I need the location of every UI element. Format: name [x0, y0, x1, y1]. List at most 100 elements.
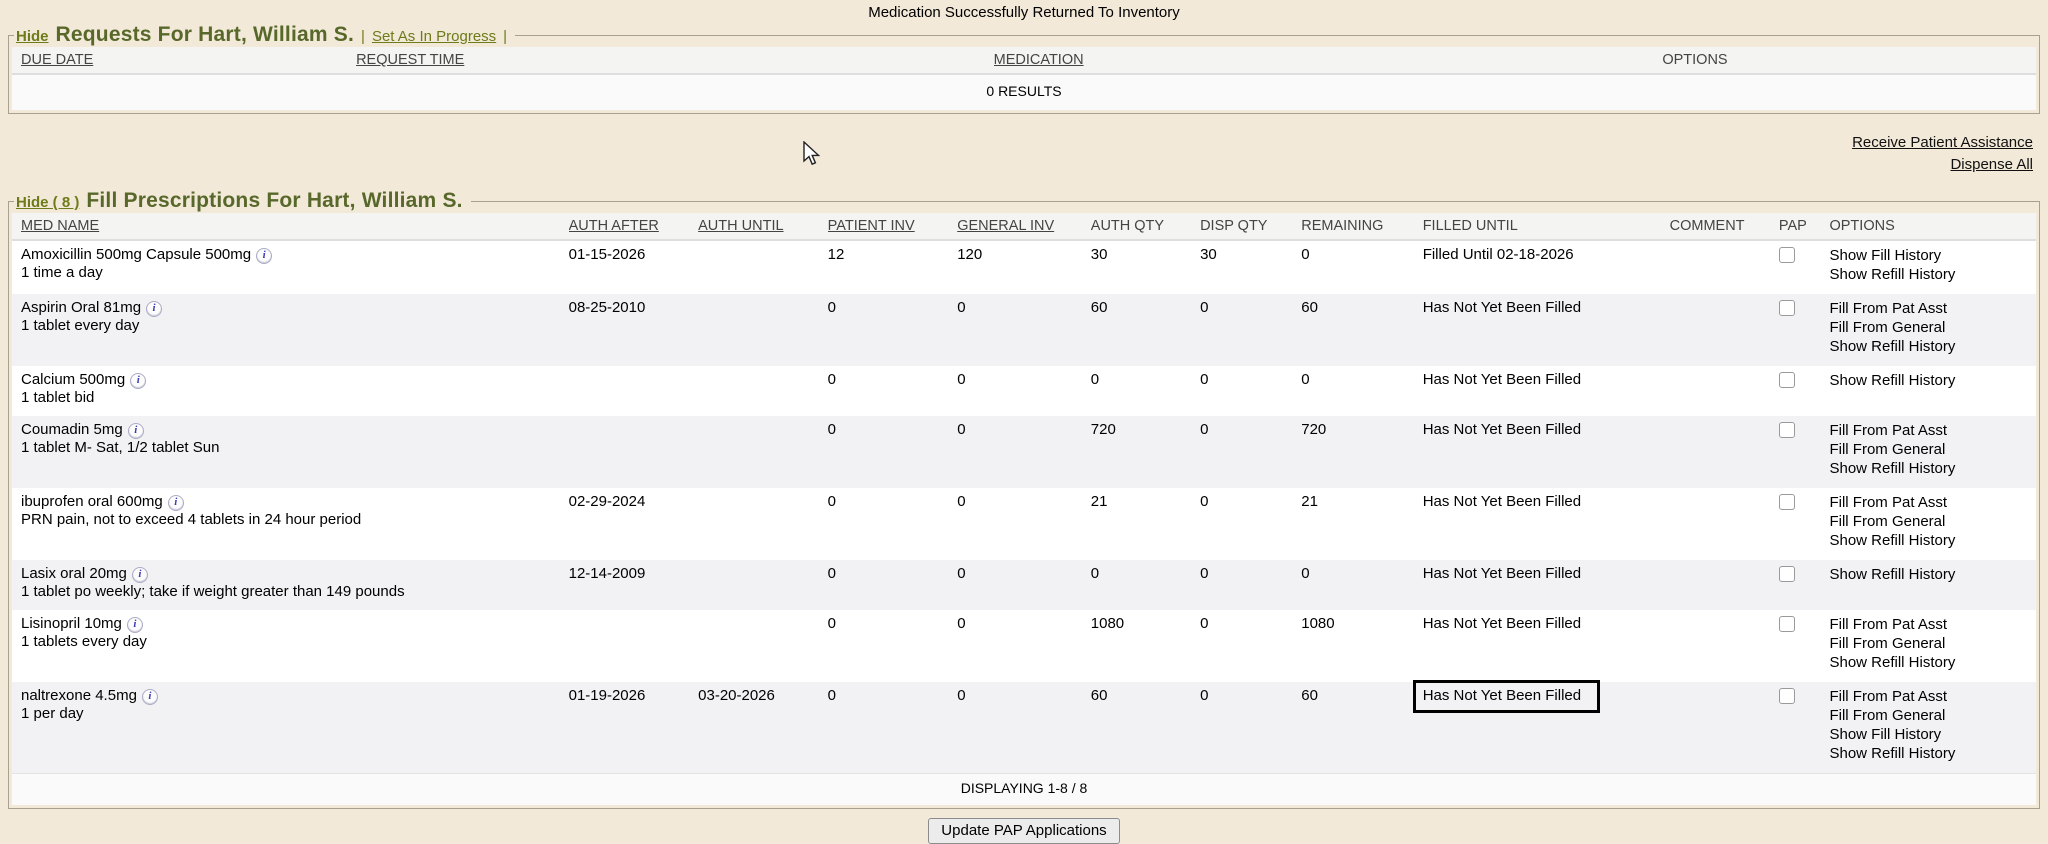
fill-column-header: AUTH QTY — [1091, 213, 1200, 240]
options-cell: Fill From Pat AsstFill From GeneralShow … — [1829, 682, 2036, 774]
sig-line: 1 tablets every day — [21, 633, 565, 650]
dispense-all-link[interactable]: Dispense All — [1950, 156, 2033, 173]
requests-table: DUE DATEREQUEST TIMEMEDICATIONOPTIONS 0 … — [12, 47, 2036, 110]
patient-inv-cell: 12 — [828, 240, 958, 294]
requests-section-legend: Hide Requests For Hart, William S. | Set… — [14, 23, 515, 47]
option-link[interactable]: Fill From Pat Asst — [1829, 299, 2032, 318]
patient-inv-cell: 0 — [828, 682, 958, 774]
info-icon[interactable]: i — [127, 617, 143, 633]
fill-column-header[interactable]: AUTH AFTER — [569, 213, 699, 240]
auth-until-cell — [698, 240, 828, 294]
pap-cell — [1779, 294, 1830, 366]
pap-cell — [1779, 366, 1830, 416]
set-as-in-progress-link[interactable]: Set As In Progress — [372, 28, 496, 45]
pap-checkbox[interactable] — [1779, 300, 1795, 316]
option-link[interactable]: Fill From Pat Asst — [1829, 615, 2032, 634]
option-link[interactable]: Show Fill History — [1829, 725, 2032, 744]
option-link[interactable]: Fill From General — [1829, 318, 2032, 337]
sig-line: 1 per day — [21, 705, 565, 722]
option-link[interactable]: Show Refill History — [1829, 459, 2032, 478]
fill-table-header-row: MED NAMEAUTH AFTERAUTH UNTILPATIENT INVG… — [12, 213, 2036, 240]
requests-hide-link[interactable]: Hide — [16, 28, 49, 45]
options-cell: Fill From Pat AsstFill From GeneralShow … — [1829, 416, 2036, 488]
auth-qty-cell: 0 — [1091, 366, 1200, 416]
pap-cell — [1779, 560, 1830, 610]
general-inv-cell: 0 — [957, 682, 1091, 774]
pap-checkbox[interactable] — [1779, 688, 1795, 704]
auth-until-cell — [698, 294, 828, 366]
prescription-row: Amoxicillin 500mg Capsule 500mgi1 time a… — [12, 240, 2036, 294]
fill-column-label: PAP — [1779, 218, 1807, 234]
options-cell: Show Refill History — [1829, 560, 2036, 610]
remaining-cell: 1080 — [1301, 610, 1422, 682]
auth-after-cell — [569, 366, 699, 416]
pap-checkbox[interactable] — [1779, 494, 1795, 510]
option-link[interactable]: Show Refill History — [1829, 531, 2032, 550]
fill-column-header: FILLED UNTIL — [1423, 213, 1670, 240]
med-name-cell: naltrexone 4.5mgi1 per day — [12, 682, 569, 774]
fill-hide-link[interactable]: Hide ( 8 ) — [16, 194, 79, 211]
fill-column-header: DISP QTY — [1200, 213, 1301, 240]
pap-checkbox[interactable] — [1779, 247, 1795, 263]
option-link[interactable]: Show Refill History — [1829, 265, 2032, 284]
footer-actions: Update PAP Applications — [0, 818, 2048, 844]
option-link[interactable]: Show Refill History — [1829, 337, 2032, 356]
fill-column-header[interactable]: PATIENT INV — [828, 213, 958, 240]
option-link[interactable]: Fill From General — [1829, 634, 2032, 653]
disp-qty-cell: 0 — [1200, 294, 1301, 366]
info-icon[interactable]: i — [146, 301, 162, 317]
fill-section-title: Fill Prescriptions For Hart, William S. — [86, 189, 462, 213]
auth-until-cell — [698, 488, 828, 560]
paging-row: DISPLAYING 1-8 / 8 — [12, 774, 2036, 806]
fill-column-label: REMAINING — [1301, 218, 1383, 234]
receive-patient-assistance-link[interactable]: Receive Patient Assistance — [1852, 134, 2033, 151]
option-link[interactable]: Fill From Pat Asst — [1829, 687, 2032, 706]
auth-qty-cell: 1080 — [1091, 610, 1200, 682]
option-link[interactable]: Fill From General — [1829, 706, 2032, 725]
patient-inv-cell: 0 — [828, 610, 958, 682]
med-name-cell: Calcium 500mgi1 tablet bid — [12, 366, 569, 416]
requests-column-header[interactable]: DUE DATE — [12, 47, 356, 74]
update-pap-applications-button[interactable]: Update PAP Applications — [928, 818, 1119, 844]
option-link[interactable]: Show Refill History — [1829, 565, 2032, 584]
filled-until-cell: Has Not Yet Been Filled — [1423, 560, 1670, 610]
disp-qty-cell: 0 — [1200, 560, 1301, 610]
remaining-cell: 60 — [1301, 294, 1422, 366]
info-icon[interactable]: i — [256, 248, 272, 264]
option-link[interactable]: Fill From Pat Asst — [1829, 493, 2032, 512]
comment-cell — [1670, 294, 1779, 366]
fill-column-header[interactable]: GENERAL INV — [957, 213, 1091, 240]
pap-cell — [1779, 682, 1830, 774]
auth-after-cell: 02-29-2024 — [569, 488, 699, 560]
info-icon[interactable]: i — [130, 373, 146, 389]
info-icon[interactable]: i — [132, 567, 148, 583]
option-link[interactable]: Show Refill History — [1829, 653, 2032, 672]
option-link[interactable]: Show Refill History — [1829, 371, 2032, 390]
option-link[interactable]: Show Fill History — [1829, 246, 2032, 265]
option-link[interactable]: Fill From Pat Asst — [1829, 421, 2032, 440]
info-icon[interactable]: i — [142, 689, 158, 705]
option-link[interactable]: Show Refill History — [1829, 744, 2032, 763]
requests-table-header-row: DUE DATEREQUEST TIMEMEDICATION OPTIONS — [12, 47, 2036, 74]
info-icon[interactable]: i — [168, 495, 184, 511]
pap-checkbox[interactable] — [1779, 372, 1795, 388]
pap-checkbox[interactable] — [1779, 566, 1795, 582]
requests-column-header[interactable]: MEDICATION — [994, 47, 1358, 74]
filled-until-cell: Has Not Yet Been Filled — [1423, 682, 1670, 774]
requests-column-label: OPTIONS — [1662, 52, 1727, 68]
options-cell: Show Refill History — [1829, 366, 2036, 416]
pap-cell — [1779, 240, 1830, 294]
fill-column-header[interactable]: MED NAME — [12, 213, 569, 240]
option-link[interactable]: Fill From General — [1829, 440, 2032, 459]
requests-column-header[interactable]: REQUEST TIME — [356, 47, 994, 74]
auth-qty-cell: 30 — [1091, 240, 1200, 294]
fill-column-header[interactable]: AUTH UNTIL — [698, 213, 828, 240]
pap-checkbox[interactable] — [1779, 422, 1795, 438]
sig-line: 1 tablet every day — [21, 317, 565, 334]
option-link[interactable]: Fill From General — [1829, 512, 2032, 531]
comment-cell — [1670, 682, 1779, 774]
fill-prescriptions-section: Hide ( 8 ) Fill Prescriptions For Hart, … — [8, 189, 2040, 809]
pap-checkbox[interactable] — [1779, 616, 1795, 632]
requests-section: Hide Requests For Hart, William S. | Set… — [8, 23, 2040, 114]
info-icon[interactable]: i — [128, 423, 144, 439]
